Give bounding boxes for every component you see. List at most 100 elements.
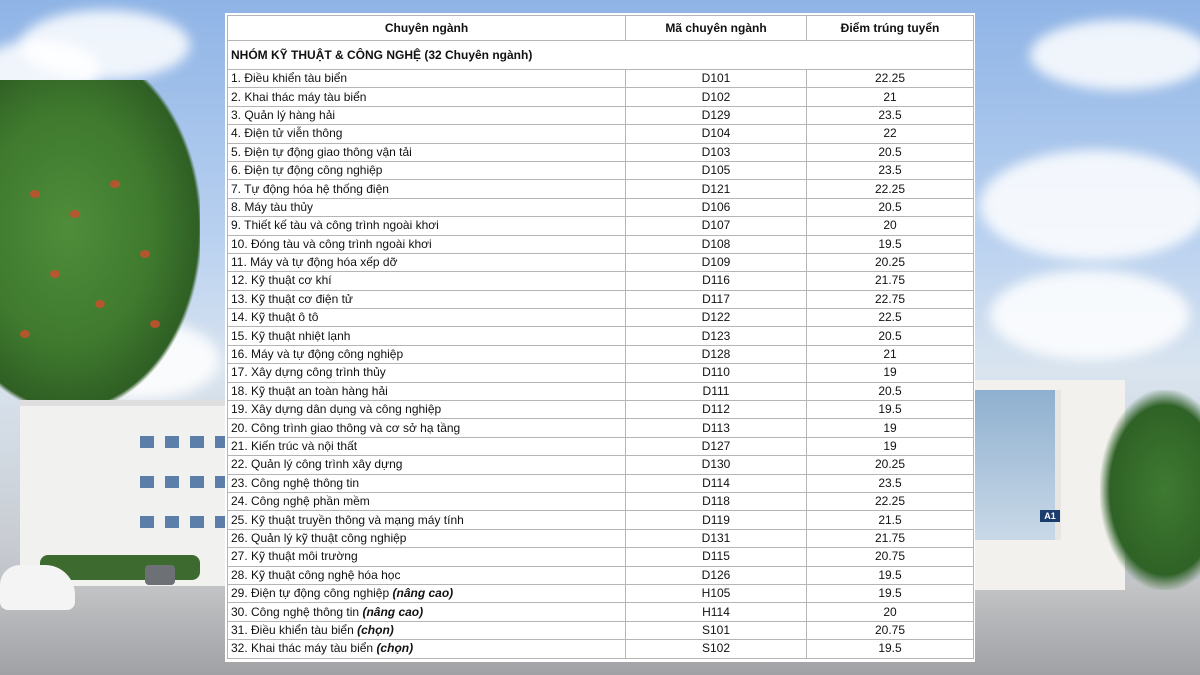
major-code-cell: D101 <box>625 68 807 89</box>
table-row: 3. Quản lý hàng hải D129 23.5 <box>227 105 974 126</box>
major-code-cell: D129 <box>625 105 807 126</box>
column-header-major: Chuyên ngành <box>227 15 626 41</box>
major-name-cell: 31. Điều khiển tàu biển (chọn) <box>227 620 626 641</box>
admission-scores-panel: Chuyên ngành Mã chuyên ngành Điểm trúng … <box>225 13 975 662</box>
major-name-cell: 22. Quản lý công trình xây dựng <box>227 455 626 475</box>
table-row: 7. Tự động hóa hệ thống điện D121 22.25 <box>227 179 974 199</box>
major-name-cell: 30. Công nghệ thông tin (nâng cao) <box>227 602 626 622</box>
admission-score-cell: 20.75 <box>806 547 974 567</box>
major-code-cell: D116 <box>625 271 807 291</box>
major-name: 30. Công nghệ thông tin <box>231 604 360 619</box>
major-code-cell: D119 <box>625 510 807 530</box>
table-row: 14. Kỹ thuật ô tô D122 22.5 <box>227 308 974 328</box>
major-code-cell: D117 <box>625 289 807 310</box>
table-header-row: Chuyên ngành Mã chuyên ngành Điểm trúng … <box>227 15 974 41</box>
major-name-cell: 16. Máy và tự động công nghiệp <box>227 344 626 365</box>
major-name: 15. Kỹ thuật nhiệt lạnh <box>231 328 351 343</box>
building-sign: A1 <box>1040 510 1060 522</box>
major-code-cell: D114 <box>625 473 807 493</box>
admission-score-cell: 19.5 <box>806 639 974 659</box>
table-row: 31. Điều khiển tàu biển (chọn) S101 20.75 <box>227 620 974 641</box>
admission-score-cell: 20.25 <box>806 252 974 273</box>
table-row: 16. Máy và tự động công nghiệp D128 21 <box>227 344 974 365</box>
major-code-cell: D131 <box>625 528 807 549</box>
major-name-cell: 3. Quản lý hàng hải <box>227 105 626 126</box>
admission-score-cell: 21.5 <box>806 510 974 530</box>
major-name-cell: 5. Điện tự động giao thông vận tải <box>227 142 626 162</box>
admission-score-cell: 20.5 <box>806 197 974 218</box>
major-name-cell: 4. Điện tử viễn thông <box>227 124 626 144</box>
table-row: 4. Điện tử viễn thông D104 22 <box>227 124 974 144</box>
major-code-cell: D109 <box>625 252 807 273</box>
major-name-cell: 12. Kỹ thuật cơ khí <box>227 271 626 291</box>
major-name-cell: 23. Công nghệ thông tin <box>227 473 626 493</box>
major-name: 5. Điện tự động giao thông vận tải <box>231 144 412 159</box>
major-code-cell: D118 <box>625 491 807 512</box>
admission-score-cell: 21 <box>806 344 974 365</box>
major-name: 24. Công nghệ phần mềm <box>231 494 370 509</box>
admission-score-cell: 23.5 <box>806 160 974 181</box>
major-note: (nâng cao) <box>392 586 454 601</box>
table-row: 15. Kỹ thuật nhiệt lạnh D123 20.5 <box>227 326 974 346</box>
table-row: 28. Kỹ thuật công nghệ hóa học D126 19.5 <box>227 565 974 585</box>
major-name-cell: 21. Kiến trúc và nội thất <box>227 436 626 457</box>
admission-score-cell: 21.75 <box>806 271 974 291</box>
major-name-cell: 14. Kỹ thuật ô tô <box>227 308 626 328</box>
admission-score-cell: 22.25 <box>806 179 974 199</box>
major-code-cell: S102 <box>625 639 807 659</box>
admission-score-cell: 23.5 <box>806 105 974 126</box>
major-name-cell: 11. Máy và tự động hóa xếp dỡ <box>227 252 626 273</box>
major-code-cell: D130 <box>625 455 807 475</box>
admission-score-cell: 19.5 <box>806 565 974 585</box>
major-code-cell: H114 <box>625 602 807 622</box>
major-name: 11. Máy và tự động hóa xếp dỡ <box>231 255 398 270</box>
table-row: 30. Công nghệ thông tin (nâng cao) H114 20 <box>227 602 974 622</box>
table-row: 5. Điện tự động giao thông vận tải D103 20… <box>227 142 974 162</box>
table-row: 19. Xây dựng dân dụng và công nghiệp D112… <box>227 400 974 420</box>
major-name-cell: 7. Tự động hóa hệ thống điện <box>227 179 626 199</box>
major-name: 32. Khai thác máy tàu biển <box>231 641 374 656</box>
major-name-cell: 1. Điều khiển tàu biển <box>227 68 626 89</box>
major-code-cell: D111 <box>625 381 807 402</box>
major-name: 29. Điện tự động công nghiệp <box>231 586 390 601</box>
major-code-cell: D106 <box>625 197 807 218</box>
major-name-cell: 2. Khai thác máy tàu biển <box>227 87 626 107</box>
major-code-cell: D103 <box>625 142 807 162</box>
admission-scores-table: Chuyên ngành Mã chuyên ngành Điểm trúng … <box>227 15 974 659</box>
table-row: 21. Kiến trúc và nội thất D127 19 <box>227 436 974 457</box>
admission-score-cell: 19 <box>806 436 974 457</box>
admission-score-cell: 20.25 <box>806 455 974 475</box>
major-name: 28. Kỹ thuật công nghệ hóa học <box>231 567 401 582</box>
column-header-score: Điểm trúng tuyển <box>806 15 974 41</box>
table-row: 1. Điều khiển tàu biển D101 22.25 <box>227 68 974 89</box>
major-name-cell: 15. Kỹ thuật nhiệt lạnh <box>227 326 626 346</box>
table-row: 10. Đóng tàu và công trình ngoài khơi D10… <box>227 234 974 254</box>
major-code-cell: D108 <box>625 234 807 254</box>
table-row: 2. Khai thác máy tàu biển D102 21 <box>227 87 974 107</box>
major-name: 7. Tự động hóa hệ thống điện <box>231 181 389 196</box>
major-code-cell: D110 <box>625 363 807 383</box>
major-code-cell: D123 <box>625 326 807 346</box>
major-name-cell: 26. Quản lý kỹ thuật công nghiệp <box>227 528 626 549</box>
table-row: 32. Khai thác máy tàu biển (chọn) S102 19.… <box>227 639 974 659</box>
major-code-cell: D107 <box>625 216 807 236</box>
admission-score-cell: 22.5 <box>806 308 974 328</box>
major-code-cell: D122 <box>625 308 807 328</box>
admission-score-cell: 19.5 <box>806 400 974 420</box>
major-name-cell: 19. Xây dựng dân dụng và công nghiệp <box>227 400 626 420</box>
admission-score-cell: 23.5 <box>806 473 974 493</box>
major-note: (chọn) <box>376 641 414 656</box>
major-code-cell: D121 <box>625 179 807 199</box>
major-name-cell: 6. Điện tự động công nghiệp <box>227 160 626 181</box>
admission-score-cell: 19 <box>806 418 974 438</box>
table-row: 6. Điện tự động công nghiệp D105 23.5 <box>227 160 974 181</box>
major-name-cell: 32. Khai thác máy tàu biển (chọn) <box>227 639 626 659</box>
table-row: 12. Kỹ thuật cơ khí D116 21.75 <box>227 271 974 291</box>
table-row: 13. Kỹ thuật cơ điện tử D117 22.75 <box>227 289 974 310</box>
major-name-cell: 8. Máy tàu thủy <box>227 197 626 218</box>
major-name: 18. Kỹ thuật an toàn hàng hải <box>231 383 388 398</box>
table-row: 17. Xây dựng công trình thủy D110 19 <box>227 363 974 383</box>
major-name: 26. Quản lý kỹ thuật công nghiệp <box>231 530 407 545</box>
major-note: (nâng cao) <box>362 604 424 619</box>
major-name-cell: 28. Kỹ thuật công nghệ hóa học <box>227 565 626 585</box>
